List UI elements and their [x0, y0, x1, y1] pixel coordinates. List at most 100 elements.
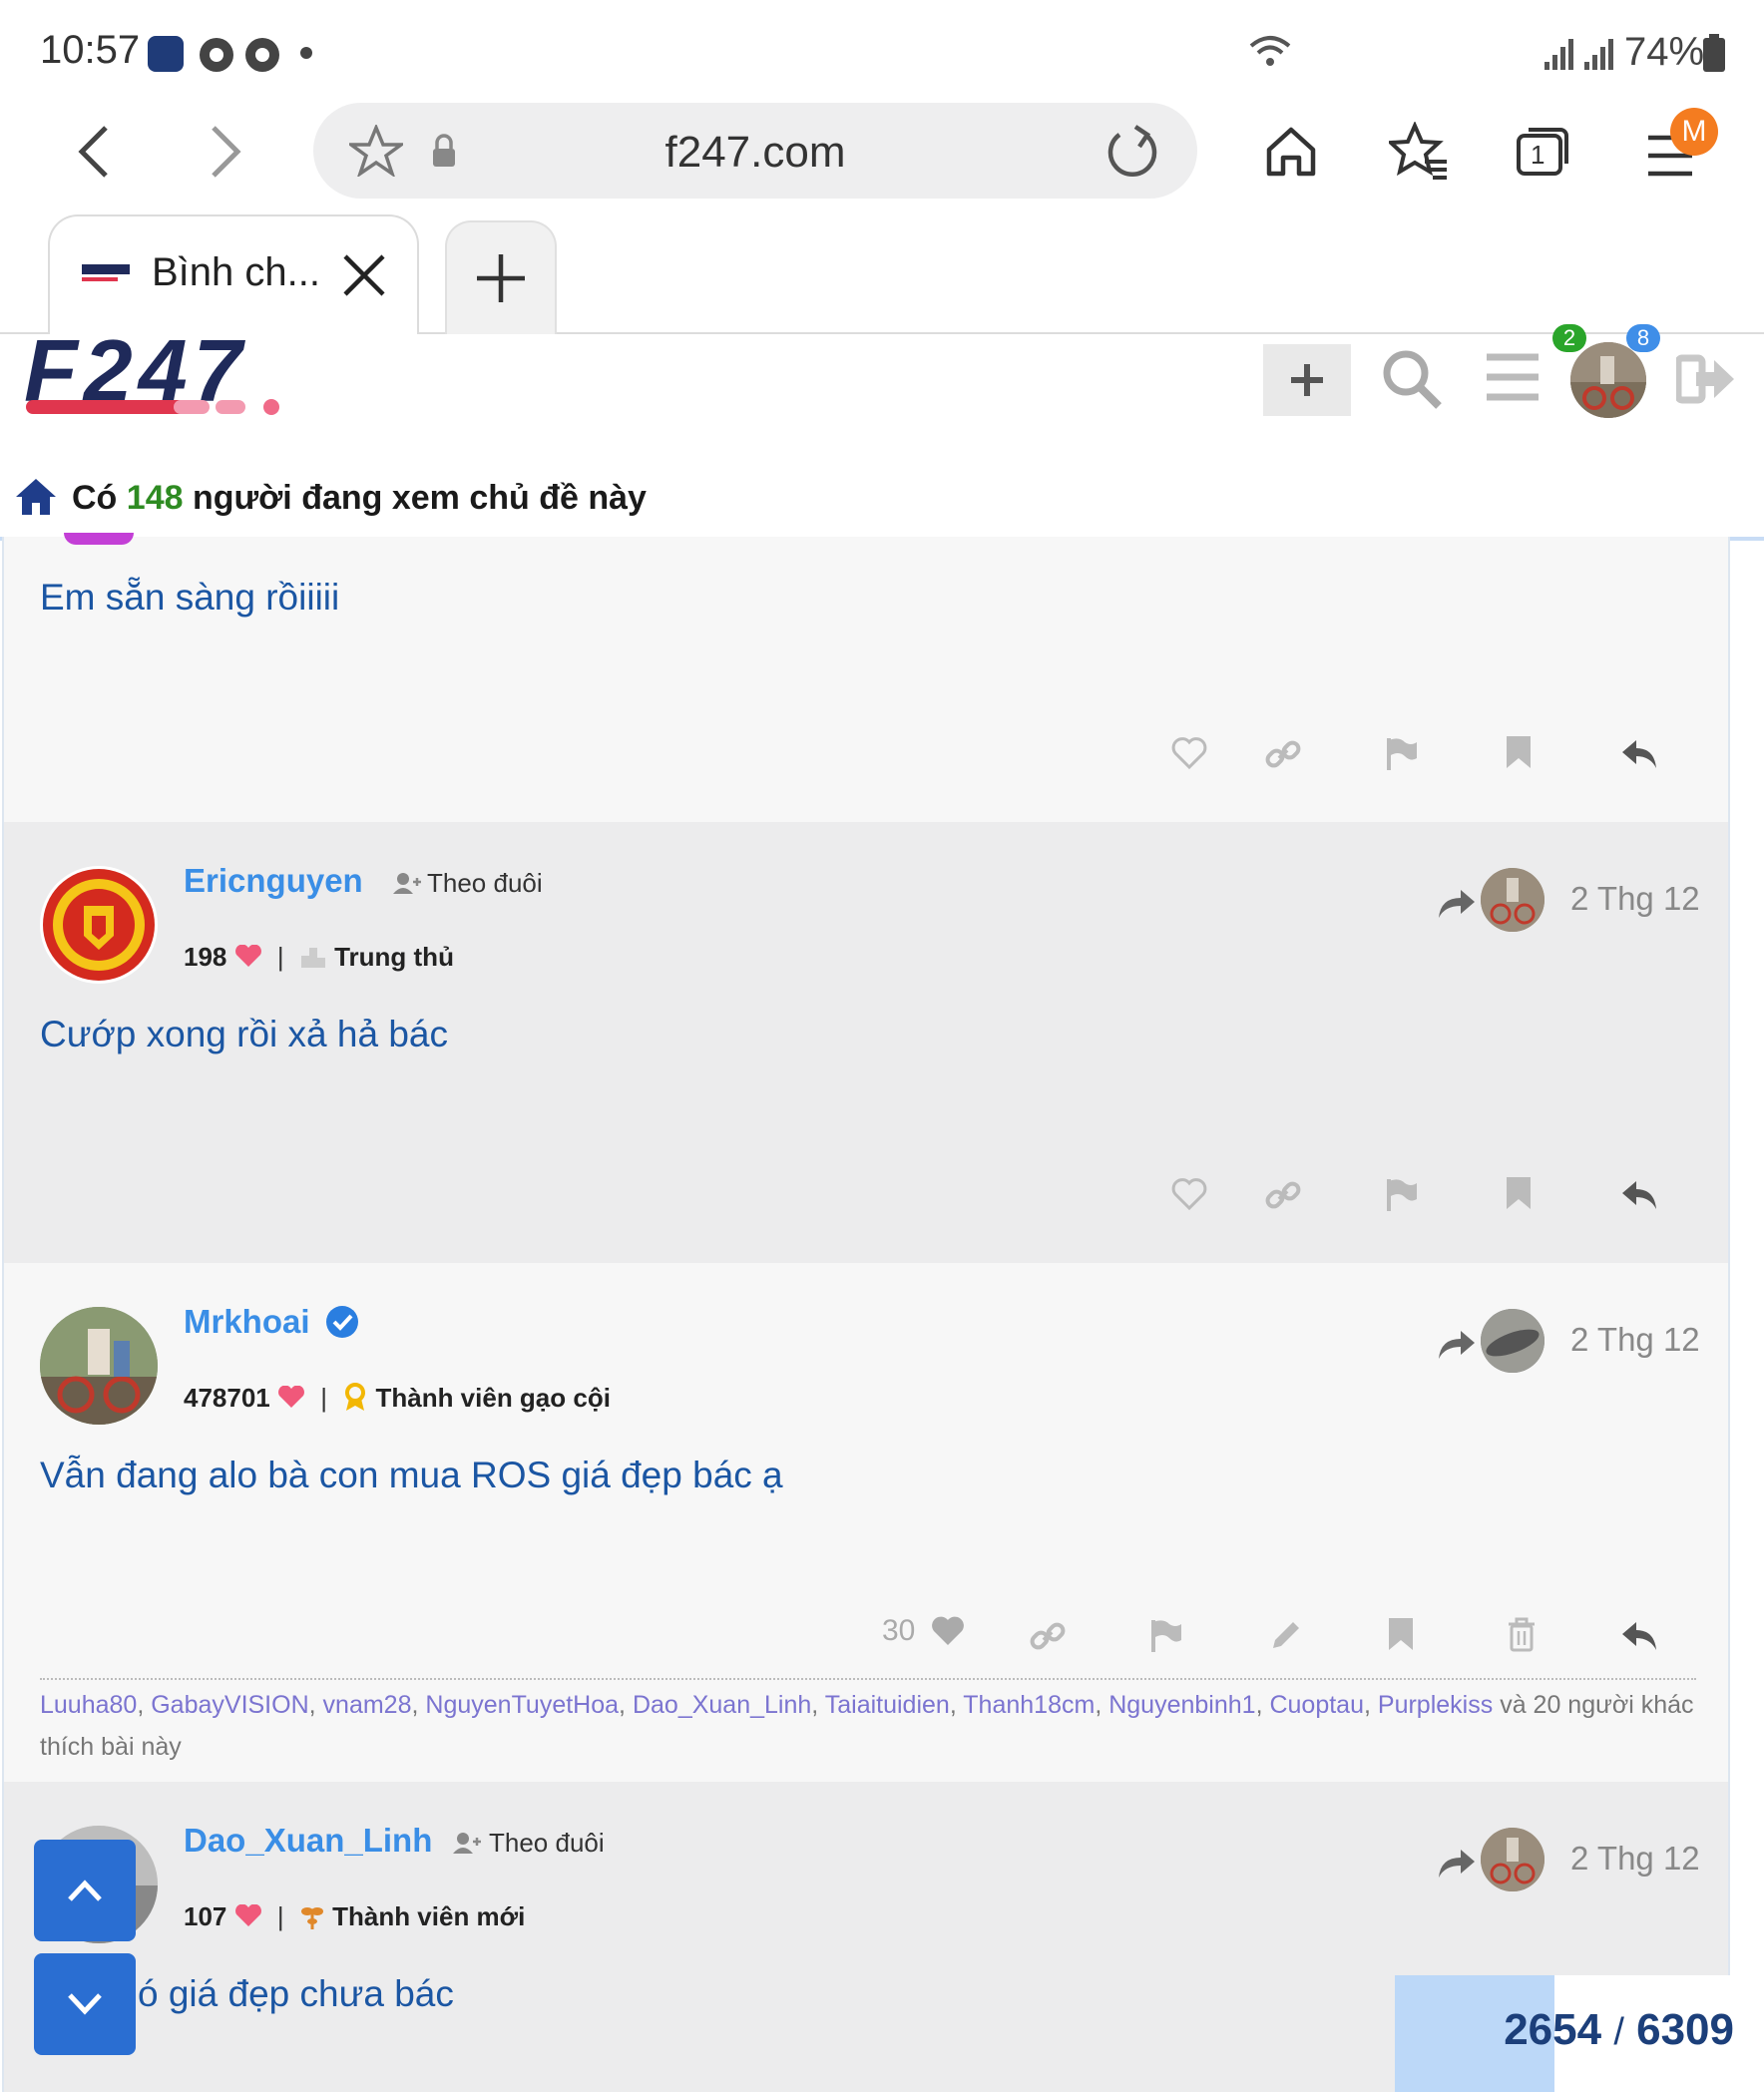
tab-strip: Bình ch...: [0, 214, 1764, 334]
flag-icon[interactable]: [1149, 1618, 1183, 1654]
progress-text: 2654 / 6309: [1395, 2005, 1734, 2055]
heart-icon: [234, 944, 261, 967]
share-icon[interactable]: [1437, 1329, 1477, 1361]
avatar-image: [1481, 868, 1544, 932]
viewing-bar: Có 148 người đang xem chủ đề này: [0, 459, 1764, 541]
back-icon[interactable]: [70, 124, 120, 180]
liker-link[interactable]: Taiaituidien: [825, 1691, 950, 1719]
avatar-image: [40, 1307, 158, 1425]
signal-icon: [1584, 39, 1613, 70]
user-avatar[interactable]: [1570, 342, 1646, 418]
edit-pencil-icon[interactable]: [1267, 1618, 1303, 1654]
liker-link[interactable]: Cuoptau: [1269, 1691, 1364, 1719]
battery-percent: 74%: [1624, 30, 1705, 74]
url-text[interactable]: f247.com: [313, 128, 1197, 178]
search-icon[interactable]: [1381, 348, 1443, 410]
reply-to-avatar[interactable]: [1481, 1309, 1544, 1373]
rank-badge-icon: [345, 1383, 366, 1411]
heart-icon: [234, 1903, 261, 1926]
link-icon[interactable]: [1265, 1177, 1301, 1213]
liker-link[interactable]: Purplekiss: [1378, 1691, 1493, 1719]
liker-link[interactable]: GabayVISION: [151, 1691, 308, 1719]
flag-icon[interactable]: [1385, 736, 1419, 772]
post-body: ó giá đẹp chưa bác: [138, 1973, 454, 2014]
delete-trash-icon[interactable]: [1507, 1616, 1537, 1652]
like-heart-icon[interactable]: [1171, 736, 1207, 770]
reply-icon[interactable]: [1620, 1620, 1660, 1652]
close-tab-icon[interactable]: [341, 252, 387, 298]
share-icon[interactable]: [1437, 888, 1477, 920]
home-icon[interactable]: [1263, 124, 1319, 180]
post-body: Em sẵn sàng rồiiiii: [40, 577, 340, 618]
like-button[interactable]: 30: [882, 1614, 966, 1654]
tab-count: 1: [1531, 140, 1545, 170]
site-logo[interactable]: F247: [24, 326, 343, 424]
heart-filled-icon: [931, 1616, 964, 1645]
signal-icon: [1544, 39, 1573, 70]
liker-link[interactable]: Thanh18cm: [963, 1691, 1095, 1719]
likers-list: Luuha80, GabayVISION, vnam28, NguyenTuye…: [40, 1691, 1694, 1761]
follow-label[interactable]: Theo đuôi: [427, 868, 543, 899]
user-avatar[interactable]: [40, 866, 158, 984]
address-bar[interactable]: f247.com: [313, 103, 1197, 199]
progress-separator: /: [1613, 2011, 1624, 2053]
reply-icon[interactable]: [1620, 738, 1660, 770]
viewing-prefix: Có: [72, 479, 118, 517]
liker-link[interactable]: Luuha80: [40, 1691, 137, 1719]
link-icon[interactable]: [1265, 736, 1301, 772]
reply-icon[interactable]: [1620, 1179, 1660, 1211]
post-progress-indicator[interactable]: 2654 / 6309: [1395, 1975, 1764, 2092]
liker-link[interactable]: NguyenTuyetHoa: [425, 1691, 619, 1719]
link-icon[interactable]: [1030, 1618, 1066, 1654]
avatar-image: [1570, 342, 1646, 418]
manchester-united-crest-icon: [43, 869, 155, 981]
post: Ericnguyen Theo đuôi 198 | Trung thủ 2 T…: [2, 822, 1730, 1265]
tabs-button[interactable]: 1: [1515, 124, 1570, 180]
liker-link[interactable]: Dao_Xuan_Linh: [633, 1691, 811, 1719]
username[interactable]: Dao_Xuan_Linh: [184, 1822, 432, 1860]
tab-active[interactable]: Bình ch...: [48, 214, 419, 334]
forward-icon[interactable]: [200, 124, 249, 180]
post-date[interactable]: 2 Thg 12: [1570, 1321, 1700, 1359]
reload-icon[interactable]: [1105, 125, 1159, 179]
user-avatar[interactable]: [40, 1307, 158, 1425]
post-date[interactable]: 2 Thg 12: [1570, 1840, 1700, 1878]
liker-link[interactable]: Nguyenbinh1: [1108, 1691, 1255, 1719]
like-heart-icon[interactable]: [1171, 1177, 1207, 1211]
username[interactable]: Ericnguyen: [184, 862, 363, 900]
plus-icon: [1291, 364, 1323, 396]
post: Mrkhoai 478701 | Thành viên gạo cội 2 Th…: [2, 1263, 1730, 1784]
rank-icon: [300, 948, 325, 968]
flag-icon[interactable]: [1385, 1177, 1419, 1213]
seedling-icon: [300, 1907, 323, 1929]
bookmarks-icon[interactable]: [1389, 122, 1449, 182]
reply-to-avatar[interactable]: [1481, 868, 1544, 932]
post-date[interactable]: 2 Thg 12: [1570, 880, 1700, 918]
username[interactable]: Mrkhoai: [184, 1303, 359, 1341]
chevron-up-icon: [68, 1880, 102, 1901]
logout-icon[interactable]: [1676, 352, 1736, 406]
scroll-up-button[interactable]: [34, 1840, 136, 1941]
follow-label[interactable]: Theo đuôi: [489, 1828, 605, 1859]
share-icon[interactable]: [1437, 1848, 1477, 1880]
home-icon[interactable]: [14, 477, 58, 517]
user-stats: 107 | Thành viên mới: [184, 1901, 526, 1931]
notification-badge-green: 2: [1552, 324, 1586, 352]
menu-button[interactable]: M: [1642, 108, 1722, 188]
post-body: Cướp xong rồi xả hả bác: [40, 1014, 448, 1054]
hamburger-icon[interactable]: [1485, 352, 1541, 402]
heart-icon: [278, 1385, 304, 1408]
bookmark-icon[interactable]: [1505, 734, 1533, 770]
bookmark-icon[interactable]: [1505, 1175, 1533, 1211]
scroll-down-button[interactable]: [34, 1953, 136, 2055]
viewing-suffix: người đang xem chủ đề này: [192, 479, 647, 517]
reply-to-avatar[interactable]: [1481, 1828, 1544, 1891]
liker-link[interactable]: vnam28: [323, 1691, 412, 1719]
bookmark-icon[interactable]: [1387, 1616, 1415, 1652]
follow-icon[interactable]: [393, 872, 421, 896]
viewing-text: Có 148 người đang xem chủ đề này: [72, 479, 647, 518]
new-tab-button[interactable]: [445, 220, 557, 334]
rank-label: Trung thủ: [334, 942, 454, 972]
create-topic-button[interactable]: [1263, 344, 1351, 416]
follow-icon[interactable]: [453, 1832, 481, 1856]
